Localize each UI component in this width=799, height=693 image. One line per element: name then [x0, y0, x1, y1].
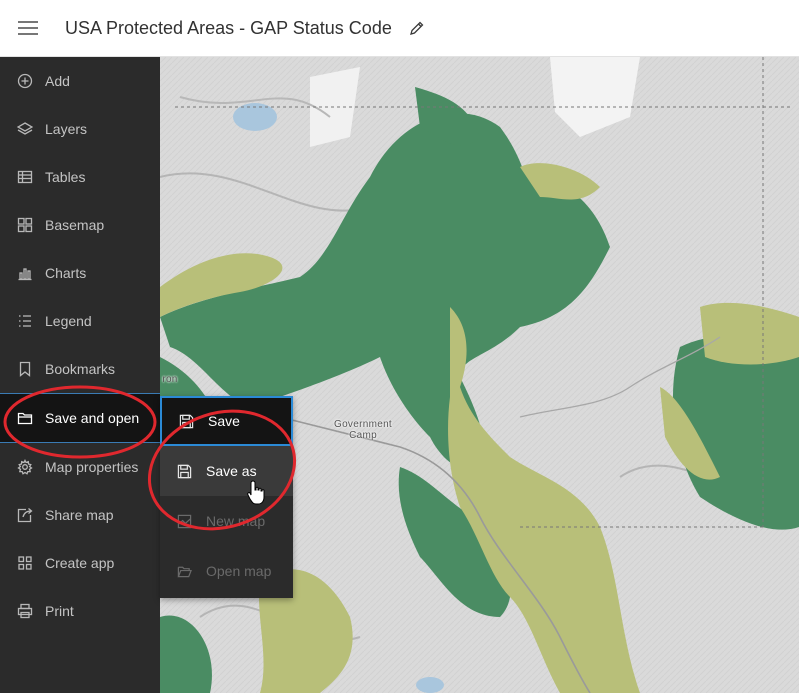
sidebar-item-label: Save and open — [45, 410, 140, 426]
sidebar-item-label: Add — [45, 73, 70, 89]
save-icon — [179, 413, 195, 429]
sidebar-item-tables[interactable]: Tables — [0, 153, 160, 201]
share-icon — [16, 506, 34, 524]
sidebar-item-add[interactable]: Add — [0, 57, 160, 105]
sidebar-item-label: Map properties — [45, 459, 139, 475]
hamburger-menu-button[interactable] — [0, 0, 56, 56]
sidebar-item-label: Bookmarks — [45, 361, 116, 377]
app-header: USA Protected Areas - GAP Status Code — [0, 0, 799, 57]
sidebar-item-bookmarks[interactable]: Bookmarks — [0, 345, 160, 393]
sidebar-item-save-and-open[interactable]: Save and open — [0, 393, 160, 443]
new-map-icon — [177, 513, 193, 529]
sidebar-item-label: Basemap — [45, 217, 105, 233]
sidebar-item-charts[interactable]: Charts — [0, 249, 160, 297]
save-open-flyout: Save Save as New map Open map — [160, 396, 293, 598]
sidebar-item-layers[interactable]: Layers — [0, 105, 160, 153]
map-label-government-camp: Government Camp — [333, 419, 393, 441]
printer-icon — [16, 602, 34, 620]
apps-icon — [16, 554, 34, 572]
bookmark-icon — [16, 360, 34, 378]
hamburger-icon — [18, 21, 38, 35]
sidebar-item-label: Share map — [45, 507, 114, 523]
chart-icon — [16, 264, 34, 282]
plus-circle-icon — [16, 72, 34, 90]
sidebar-item-basemap[interactable]: Basemap — [0, 201, 160, 249]
open-map-button[interactable]: Open map — [160, 546, 293, 596]
basemap-icon — [16, 216, 34, 234]
sidebar-item-create-app[interactable]: Create app — [0, 539, 160, 587]
sidebar-item-label: Print — [45, 603, 74, 619]
legend-icon — [16, 312, 34, 330]
table-icon — [16, 168, 34, 186]
sidebar-item-label: Charts — [45, 265, 87, 281]
save-label: Save — [208, 413, 240, 429]
sidebar-item-legend[interactable]: Legend — [0, 297, 160, 345]
folder-icon — [16, 409, 34, 427]
sidebar: Add Layers Tables Basemap Charts Legend … — [0, 57, 160, 693]
map-title: USA Protected Areas - GAP Status Code — [65, 17, 392, 38]
map-label-partial: ron — [162, 374, 178, 385]
sidebar-item-print[interactable]: Print — [0, 587, 160, 635]
sidebar-item-map-properties[interactable]: Map properties — [0, 443, 160, 491]
open-map-label: Open map — [206, 563, 272, 579]
sidebar-item-share-map[interactable]: Share map — [0, 491, 160, 539]
pencil-icon — [409, 21, 424, 35]
sidebar-item-label: Create app — [45, 555, 115, 571]
sidebar-item-label: Layers — [45, 121, 88, 137]
layers-icon — [16, 120, 34, 138]
gear-icon — [16, 458, 34, 476]
edit-title-button[interactable] — [406, 17, 428, 39]
sidebar-item-label: Legend — [45, 313, 92, 329]
folder-open-icon — [177, 563, 193, 579]
save-button[interactable]: Save — [160, 396, 293, 446]
sidebar-item-label: Tables — [45, 169, 86, 185]
save-icon — [177, 463, 193, 479]
save-as-label: Save as — [206, 463, 257, 479]
new-map-label: New map — [206, 513, 266, 529]
save-as-button[interactable]: Save as — [160, 446, 293, 496]
new-map-button[interactable]: New map — [160, 496, 293, 546]
